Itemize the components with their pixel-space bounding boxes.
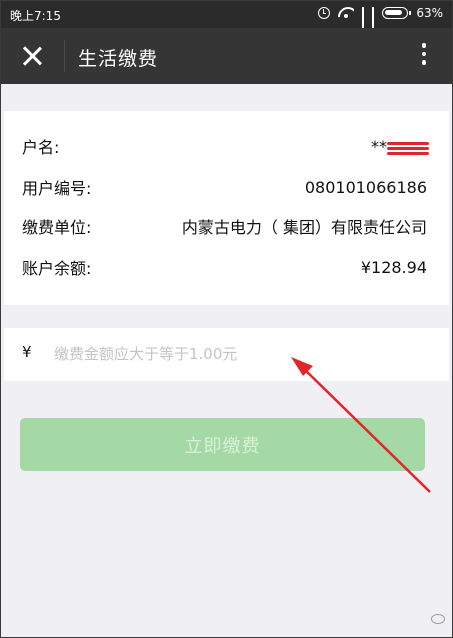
annotation-arrow bbox=[291, 357, 431, 493]
account-name-text: ** bbox=[371, 136, 387, 156]
status-bar: 晚上7:15 63% bbox=[0, 0, 453, 47]
alarm-icon bbox=[318, 7, 331, 19]
pay-now-button[interactable]: 立即缴费 bbox=[20, 418, 425, 471]
user-number-value: 080101066186 bbox=[304, 177, 427, 197]
close-icon[interactable] bbox=[20, 44, 44, 68]
signal-icon bbox=[362, 7, 365, 47]
watermark bbox=[431, 614, 445, 624]
wifi-icon bbox=[338, 7, 354, 19]
redaction-scribble bbox=[387, 141, 429, 157]
title-bar: 生活缴费 bbox=[0, 28, 453, 84]
page-title: 生活缴费 bbox=[78, 48, 159, 70]
status-time: 晚上7:15 bbox=[10, 9, 61, 23]
payment-amount-input[interactable] bbox=[54, 339, 354, 369]
account-name-label: 户名: bbox=[22, 138, 60, 157]
account-balance-value: ¥128.94 bbox=[360, 257, 427, 277]
battery-icon bbox=[382, 7, 412, 19]
account-balance-row: 账户余额: ¥128.94 bbox=[22, 254, 427, 280]
account-info-card: 户名: ** 用户编号: 080101066186 缴费单位: 内蒙古电力（ 集… bbox=[4, 111, 449, 305]
billing-company-value: 内蒙古电力（ 集团）有限责任公司 bbox=[181, 218, 427, 237]
payment-amount-row: ¥ bbox=[4, 328, 449, 381]
cellular-signal-icon bbox=[372, 7, 375, 47]
account-name-row: 户名: ** bbox=[22, 133, 429, 159]
billing-company-row: 缴费单位: 内蒙古电力（ 集团）有限责任公司 bbox=[22, 213, 427, 239]
user-number-row: 用户编号: 080101066186 bbox=[22, 174, 427, 200]
account-balance-label: 账户余额: bbox=[22, 259, 92, 278]
watermark-logo-icon bbox=[431, 614, 445, 624]
account-name-value: ** bbox=[371, 136, 429, 157]
title-divider bbox=[64, 40, 65, 72]
billing-company-label: 缴费单位: bbox=[22, 218, 92, 237]
screenshot-frame bbox=[0, 0, 453, 638]
user-number-label: 用户编号: bbox=[22, 179, 92, 198]
more-vertical-icon[interactable] bbox=[421, 43, 427, 69]
currency-sign: ¥ bbox=[22, 343, 32, 361]
battery-percentage: 63% bbox=[416, 6, 443, 20]
status-icons: 63% bbox=[318, 6, 443, 47]
